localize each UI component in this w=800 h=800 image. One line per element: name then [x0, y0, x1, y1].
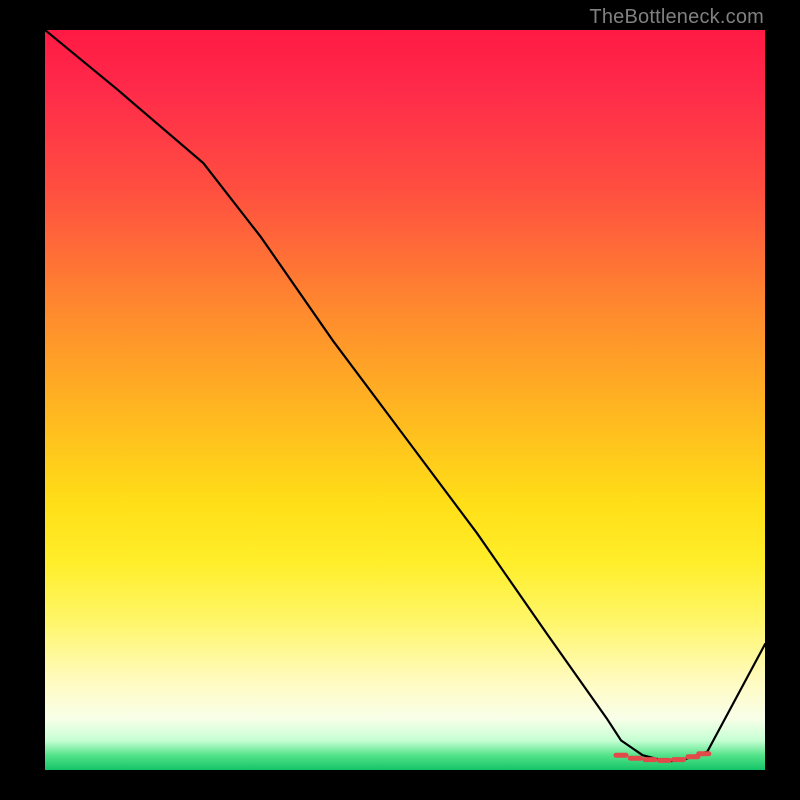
series-curve — [45, 30, 765, 761]
chart-frame: TheBottleneck.com — [0, 0, 800, 800]
chart-svg — [45, 30, 765, 770]
watermark-text: TheBottleneck.com — [589, 6, 764, 29]
plot-area — [45, 30, 765, 770]
flat-region-markers — [616, 754, 709, 761]
flat-marker-connector — [621, 754, 704, 761]
